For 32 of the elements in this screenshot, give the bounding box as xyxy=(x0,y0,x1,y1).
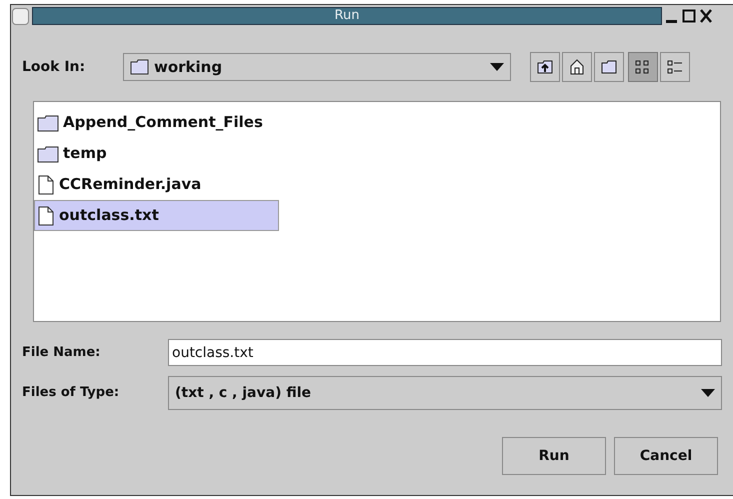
details-view-icon xyxy=(666,58,684,76)
toolbar-button[interactable] xyxy=(594,52,624,82)
window-menu-button[interactable] xyxy=(12,8,29,24)
file-list-item[interactable]: outclass.txt xyxy=(34,200,279,231)
file-type-label: Files of Type: xyxy=(22,384,120,402)
folder-icon xyxy=(600,58,618,76)
file-name-field[interactable]: outclass.txt xyxy=(168,339,722,366)
folder-up-icon xyxy=(536,58,554,76)
file-list-item[interactable]: temp xyxy=(34,138,279,169)
close-icon[interactable] xyxy=(699,8,713,24)
file-list-item[interactable]: Append_Comment_Files xyxy=(34,107,279,138)
maximize-icon[interactable] xyxy=(682,8,696,24)
look-in-dropdown[interactable]: working xyxy=(123,53,511,81)
document-icon xyxy=(37,174,55,194)
file-list-item[interactable]: CCReminder.java xyxy=(34,169,279,200)
home-icon xyxy=(568,58,586,76)
file-type-dropdown[interactable]: (txt , c , java) file xyxy=(168,376,722,410)
toolbar-button[interactable] xyxy=(628,52,658,82)
look-in-label: Look In: xyxy=(22,58,86,76)
dialog-button[interactable]: Run xyxy=(502,437,606,475)
dropdown-caret-icon xyxy=(490,63,504,71)
file-name-label: File Name: xyxy=(22,344,102,362)
window-title: Run xyxy=(334,7,360,26)
toolbar-button[interactable] xyxy=(562,52,592,82)
folder-icon xyxy=(37,144,59,162)
folder-icon xyxy=(130,59,150,75)
dialog-button[interactable]: Cancel xyxy=(614,437,718,475)
folder-icon xyxy=(37,114,59,132)
toolbar-button[interactable] xyxy=(660,52,690,82)
document-icon xyxy=(37,206,55,226)
dropdown-caret-icon xyxy=(701,389,715,397)
toolbar-button[interactable] xyxy=(530,52,560,82)
